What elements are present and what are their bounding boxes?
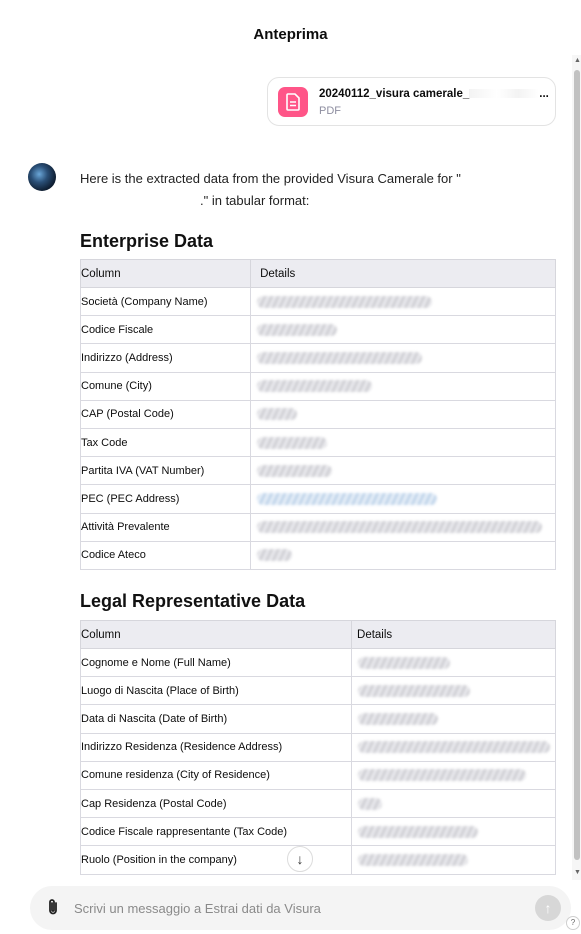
- enterprise-heading: Enterprise Data: [80, 231, 214, 251]
- row-label: Partita IVA (VAT Number): [79, 456, 252, 486]
- redacted-text: [460, 174, 511, 185]
- redacted-value: [250, 315, 556, 345]
- redacted-value: [351, 845, 556, 875]
- header: Anteprima: [0, 0, 581, 68]
- assistant-avatar: [28, 163, 56, 191]
- scrollbar-thumb[interactable]: [574, 70, 580, 860]
- row-label: Indirizzo Residenza (Residence Address): [79, 732, 353, 762]
- table-row: Codice Fiscale: [79, 315, 556, 345]
- table-row: Cognome e Nome (Full Name): [79, 647, 556, 678]
- row-label: Luogo di Nascita (Place of Birth): [79, 676, 353, 706]
- scroll-down-button[interactable]: ↓: [287, 846, 313, 872]
- help-button[interactable]: ?: [566, 916, 580, 930]
- row-label: Codice Fiscale rappresentante (Tax Code): [79, 817, 353, 847]
- table-row: Codice Fiscale rappresentante (Tax Code): [79, 817, 556, 847]
- row-label: Codice Ateco: [79, 540, 252, 570]
- table-row: Comune (City): [79, 371, 556, 401]
- table-row: Attività Prevalente: [79, 512, 556, 542]
- table-row: Ruolo (Position in the company): [79, 845, 556, 875]
- table-row: Cap Residenza (Postal Code): [79, 788, 556, 819]
- column-header: Column: [79, 620, 353, 649]
- table-row: Tax Code: [79, 427, 556, 458]
- redacted-text: [80, 196, 200, 207]
- column-header: Details: [250, 259, 556, 288]
- redacted-value: [250, 540, 556, 570]
- row-label: Comune (City): [79, 371, 252, 401]
- legal-table: Column Details Cognome e Nome (Full Name…: [79, 620, 556, 875]
- row-label: Comune residenza (City of Residence): [79, 760, 353, 790]
- page-title: Anteprima: [253, 26, 328, 43]
- question-icon: ?: [570, 918, 576, 927]
- message-input[interactable]: [74, 898, 514, 918]
- arrow-up-icon: ↑: [544, 900, 552, 916]
- redacted-value: [351, 817, 556, 847]
- table-row: Indirizzo Residenza (Residence Address): [79, 732, 556, 762]
- column-header: Details: [351, 620, 556, 649]
- paperclip-icon[interactable]: [46, 898, 60, 921]
- redacted-value: [250, 456, 556, 486]
- row-label: Cap Residenza (Postal Code): [79, 788, 353, 819]
- table-header-row: Column Details: [79, 620, 556, 649]
- redacted-value: [250, 484, 556, 514]
- row-label: Codice Fiscale: [79, 315, 252, 345]
- redacted-value: [351, 732, 556, 762]
- arrow-down-icon: ↓: [296, 851, 304, 867]
- table-row: Codice Ateco: [79, 540, 556, 570]
- table-row: Società (Company Name): [79, 286, 556, 317]
- redacted-value: [250, 371, 556, 401]
- redacted-value: [351, 647, 556, 678]
- column-header: Column: [79, 259, 252, 288]
- table-row: Luogo di Nascita (Place of Birth): [79, 676, 556, 706]
- redacted-value: [351, 704, 556, 734]
- table-row: CAP (Postal Code): [79, 399, 556, 429]
- attachment-name: 20240112_visura camerale_...: [319, 88, 549, 100]
- enterprise-table: Column Details Società (Company Name) Cod…: [79, 259, 556, 570]
- table-row: PEC (PEC Address): [79, 484, 556, 514]
- redacted-value: [351, 760, 556, 790]
- redacted-value: [250, 343, 556, 373]
- legal-heading: Legal Representative Data: [80, 591, 306, 611]
- scroll-up-arrow-icon[interactable]: ▲: [574, 57, 581, 64]
- table-row: Indirizzo (Address): [79, 343, 556, 373]
- redacted-value: [250, 427, 556, 458]
- redacted-value: [351, 788, 556, 819]
- attachment-card[interactable]: 20240112_visura camerale_... PDF: [267, 77, 556, 126]
- row-label: Attività Prevalente: [79, 512, 252, 542]
- table-row: Comune residenza (City of Residence): [79, 760, 556, 790]
- redacted-value: [250, 399, 556, 429]
- assistant-message: Here is the extracted data from the prov…: [80, 168, 550, 212]
- row-label: PEC (PEC Address): [79, 484, 252, 514]
- row-label: CAP (Postal Code): [79, 399, 252, 429]
- row-label: Cognome e Nome (Full Name): [79, 647, 353, 678]
- table-header-row: Column Details: [79, 259, 556, 288]
- attachment-type: PDF: [319, 105, 341, 117]
- scroll-down-arrow-icon[interactable]: ▼: [574, 869, 581, 876]
- send-button[interactable]: ↑: [535, 895, 561, 921]
- row-label: Data di Nascita (Date of Birth): [79, 704, 353, 734]
- redacted-value: [250, 512, 556, 542]
- redacted-value: [250, 286, 556, 317]
- document-icon: [278, 87, 308, 117]
- message-composer: ↑: [30, 886, 571, 930]
- table-row: Partita IVA (VAT Number): [79, 456, 556, 486]
- redacted-value: [351, 676, 556, 706]
- row-label: Indirizzo (Address): [79, 343, 252, 373]
- table-row: Data di Nascita (Date of Birth): [79, 704, 556, 734]
- row-label: Tax Code: [79, 427, 252, 458]
- row-label: Società (Company Name): [79, 286, 252, 317]
